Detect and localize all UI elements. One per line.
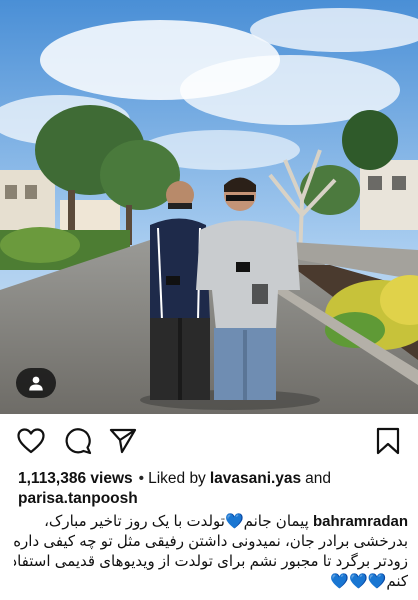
heart-outline-icon [17, 428, 45, 454]
caption-text-4: کنم [386, 573, 408, 590]
blue-heart-emoji: 💙 [224, 513, 244, 530]
caption-line-3: زودتر برگرد تا مجبور نشم برای تولدت از و… [14, 553, 408, 570]
view-count[interactable]: 1,113,386 views [18, 470, 133, 488]
tag-people-button[interactable] [16, 368, 56, 398]
post-photo [0, 0, 418, 414]
blue-heart-emoji: 💙 [330, 573, 349, 590]
bookmark-icon [376, 427, 400, 455]
caption-text-1b: تولدت با یک روز تاخیر مبارک، [44, 513, 225, 530]
share-button[interactable] [108, 426, 138, 456]
caption-line-2: بدرخشی برادر جان، نمیدونی داشتن رفیقی مث… [14, 533, 408, 550]
post-media[interactable] [0, 0, 418, 414]
and-label: and [305, 470, 332, 487]
liked-by-user-link[interactable]: lavasani.yas [210, 470, 301, 488]
liked-by-user-link-2[interactable]: parisa.tanpoosh [18, 490, 138, 508]
caption-author-link[interactable]: bahramradan [313, 513, 408, 530]
liked-by-label: Liked by [148, 470, 206, 487]
paper-plane-icon [109, 428, 137, 454]
comment-bubble-icon [65, 428, 92, 455]
comment-button[interactable] [63, 426, 93, 456]
caption-line-1: bahramradan پیمان جانم💙تولدت با یک روز ت… [14, 512, 408, 532]
blue-heart-emoji: 💙 [348, 573, 368, 590]
caption-text-1a: پیمان جانم [243, 513, 309, 530]
post-stats: 1,113,386 views • Liked by lavasani.yas … [18, 470, 408, 490]
separator-dot: • [138, 470, 145, 487]
save-button[interactable] [373, 426, 403, 456]
post-action-bar [0, 414, 418, 466]
person-tag-icon [29, 376, 43, 391]
caption-line-4: کنم💙💙💙 [14, 572, 408, 592]
like-button[interactable] [16, 426, 46, 456]
post-caption: bahramradan پیمان جانم💙تولدت با یک روز ت… [14, 512, 408, 592]
blue-heart-emoji: 💙 [367, 573, 387, 590]
